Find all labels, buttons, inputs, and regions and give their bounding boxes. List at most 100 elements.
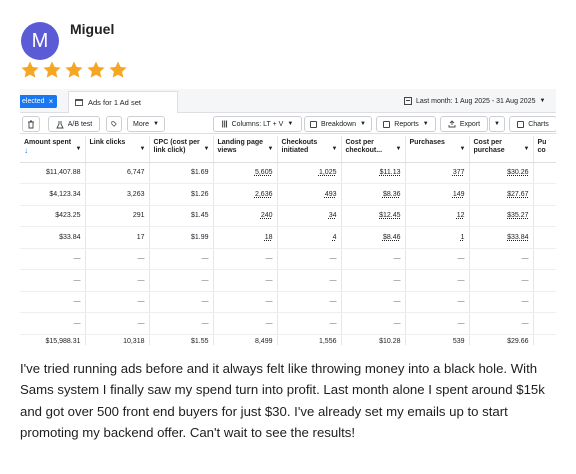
charts-button[interactable]: Charts (509, 116, 556, 132)
selected-filter-pill[interactable]: elected × (20, 95, 58, 108)
star-icon (65, 61, 83, 78)
table-cell: 2,636 (213, 183, 278, 206)
total-value: $29.66 (507, 337, 529, 345)
table-cell: 6,747 (85, 162, 150, 184)
total-cell: 8,499Total (213, 333, 278, 345)
column-header[interactable]: Cost per checkout... ▼ (341, 136, 406, 163)
total-value: 1,556 (318, 337, 337, 345)
cell-value: $27.67 (507, 190, 529, 198)
total-cell: $15,988.31Total Spent (20, 333, 86, 345)
cell-value: 1,025 (318, 169, 337, 177)
table-cell (533, 248, 556, 270)
columns-button[interactable]: ||| Columns: LT + V ▼ (213, 116, 302, 132)
table-cell: — (341, 248, 406, 270)
delete-button[interactable] (22, 116, 40, 132)
cell-value: $12.45 (379, 212, 401, 220)
columns-label: Columns: LT + V (231, 120, 284, 128)
total-cell (533, 333, 556, 345)
results-table: Amount spent ↓ ▼ Link clicks ▼ CPC (cost per … (20, 136, 556, 345)
cell-value: — (137, 255, 145, 263)
cell-value: — (521, 276, 529, 284)
chevron-down-icon: ▼ (331, 146, 338, 152)
column-header[interactable]: Checkouts initiated ▼ (277, 136, 342, 163)
cell-value: — (201, 319, 209, 327)
chevron-down-icon: ▼ (494, 121, 500, 127)
tab-ads[interactable]: Ads for 1 Ad set (68, 91, 178, 113)
cell-value: $33.84 (59, 233, 81, 241)
cell-value: — (393, 319, 401, 327)
cell-value: $8.46 (382, 233, 401, 241)
column-header[interactable]: Link clicks ▼ (85, 136, 150, 163)
more-button[interactable]: More ▼ (127, 116, 165, 132)
cell-value: $8.36 (382, 190, 401, 198)
column-header[interactable]: Amount spent ↓ ▼ (20, 136, 86, 163)
total-cell: $29.66Per Action (469, 333, 534, 345)
cell-value: — (73, 255, 81, 263)
cell-value: — (137, 319, 145, 327)
table-cell: $1.26 (149, 183, 214, 206)
cell-value: 34 (328, 212, 337, 220)
chevron-down-icon: ▼ (267, 146, 274, 152)
column-header[interactable]: Landing page views ▼ (213, 136, 278, 163)
cell-value: $1.45 (190, 212, 209, 220)
total-cell: $1.55Per Action (149, 333, 214, 345)
review-text: I've tried running ads before and it alw… (20, 361, 545, 440)
cell-value: $1.69 (190, 169, 209, 177)
reports-label: Reports (394, 120, 419, 128)
cell-value: — (329, 255, 337, 263)
reports-button[interactable]: Reports ▼ (376, 116, 436, 132)
export-button[interactable]: Export (440, 116, 488, 132)
table-cell: — (85, 291, 150, 313)
column-header[interactable]: CPC (cost per link click) ▼ (149, 136, 214, 163)
table-cell: 493 (277, 183, 342, 206)
table-cell: — (213, 269, 278, 292)
column-header[interactable]: Pu co (533, 136, 556, 163)
table-cell: $33.84 (20, 226, 86, 249)
cell-value: — (521, 255, 529, 263)
toolbar: A/B test More ▼ ||| Columns: LT + V ▼ Br… (20, 114, 556, 134)
chevron-down-icon: ▼ (153, 121, 159, 127)
close-icon[interactable]: × (49, 97, 54, 106)
ads-manager-screenshot: elected × Ads for 1 Ad set Last month: 1… (20, 89, 556, 345)
total-value: $15,988.31 (45, 337, 81, 345)
table-cell: — (149, 248, 214, 270)
column-header[interactable]: Cost per purchase ▼ (469, 136, 534, 163)
tag-button[interactable] (106, 116, 122, 132)
review-card: M Miguel elected × Ads for 1 Ad set Last… (0, 0, 576, 474)
cell-value: 377 (452, 169, 465, 177)
ab-test-button[interactable]: A/B test (48, 116, 100, 132)
table-cell: — (341, 269, 406, 292)
table-cell: — (149, 269, 214, 292)
table-cell: 4 (277, 226, 342, 249)
date-range-picker[interactable]: Last month: 1 Aug 2025 - 31 Aug 2025 ▼ (404, 93, 545, 109)
total-cell: $10.28Per Action (341, 333, 406, 345)
cell-value: — (73, 319, 81, 327)
cell-value: 291 (132, 212, 145, 220)
column-header[interactable]: Purchases ▼ (405, 136, 470, 163)
trash-icon (28, 120, 34, 128)
table-cell (533, 312, 556, 335)
chevron-down-icon: ▼ (360, 121, 366, 127)
breakdown-button[interactable]: Breakdown ▼ (304, 116, 372, 132)
table-body: $11,407.88 6,747 $1.69 5,605 1,025 $11.13 377 $… (20, 162, 556, 345)
cell-value: — (265, 298, 273, 306)
table-cell: — (405, 291, 470, 313)
cell-value: 12 (456, 212, 465, 220)
column-header-label: Link clicks (89, 139, 126, 146)
table-row: — — — — — — — — (20, 269, 556, 292)
sort-arrow-icon: ↓ (24, 146, 28, 155)
cell-value: — (137, 276, 145, 284)
table-cell: — (213, 312, 278, 335)
table-cell: — (277, 312, 342, 335)
table-cell: — (405, 269, 470, 292)
chevron-down-icon: ▼ (75, 146, 82, 152)
more-label: More (133, 120, 149, 128)
table-row: — — — — — — — — (20, 248, 556, 270)
export-menu-button[interactable]: ▼ (489, 116, 505, 132)
date-range-label: Last month: 1 Aug 2025 - 31 Aug 2025 (416, 97, 536, 105)
chart-icon (517, 120, 525, 128)
selected-filter-label: elected (22, 98, 45, 105)
total-cell: 1,556Total (277, 333, 342, 345)
cell-value: $1.99 (190, 233, 209, 241)
breakdown-icon (310, 120, 317, 128)
